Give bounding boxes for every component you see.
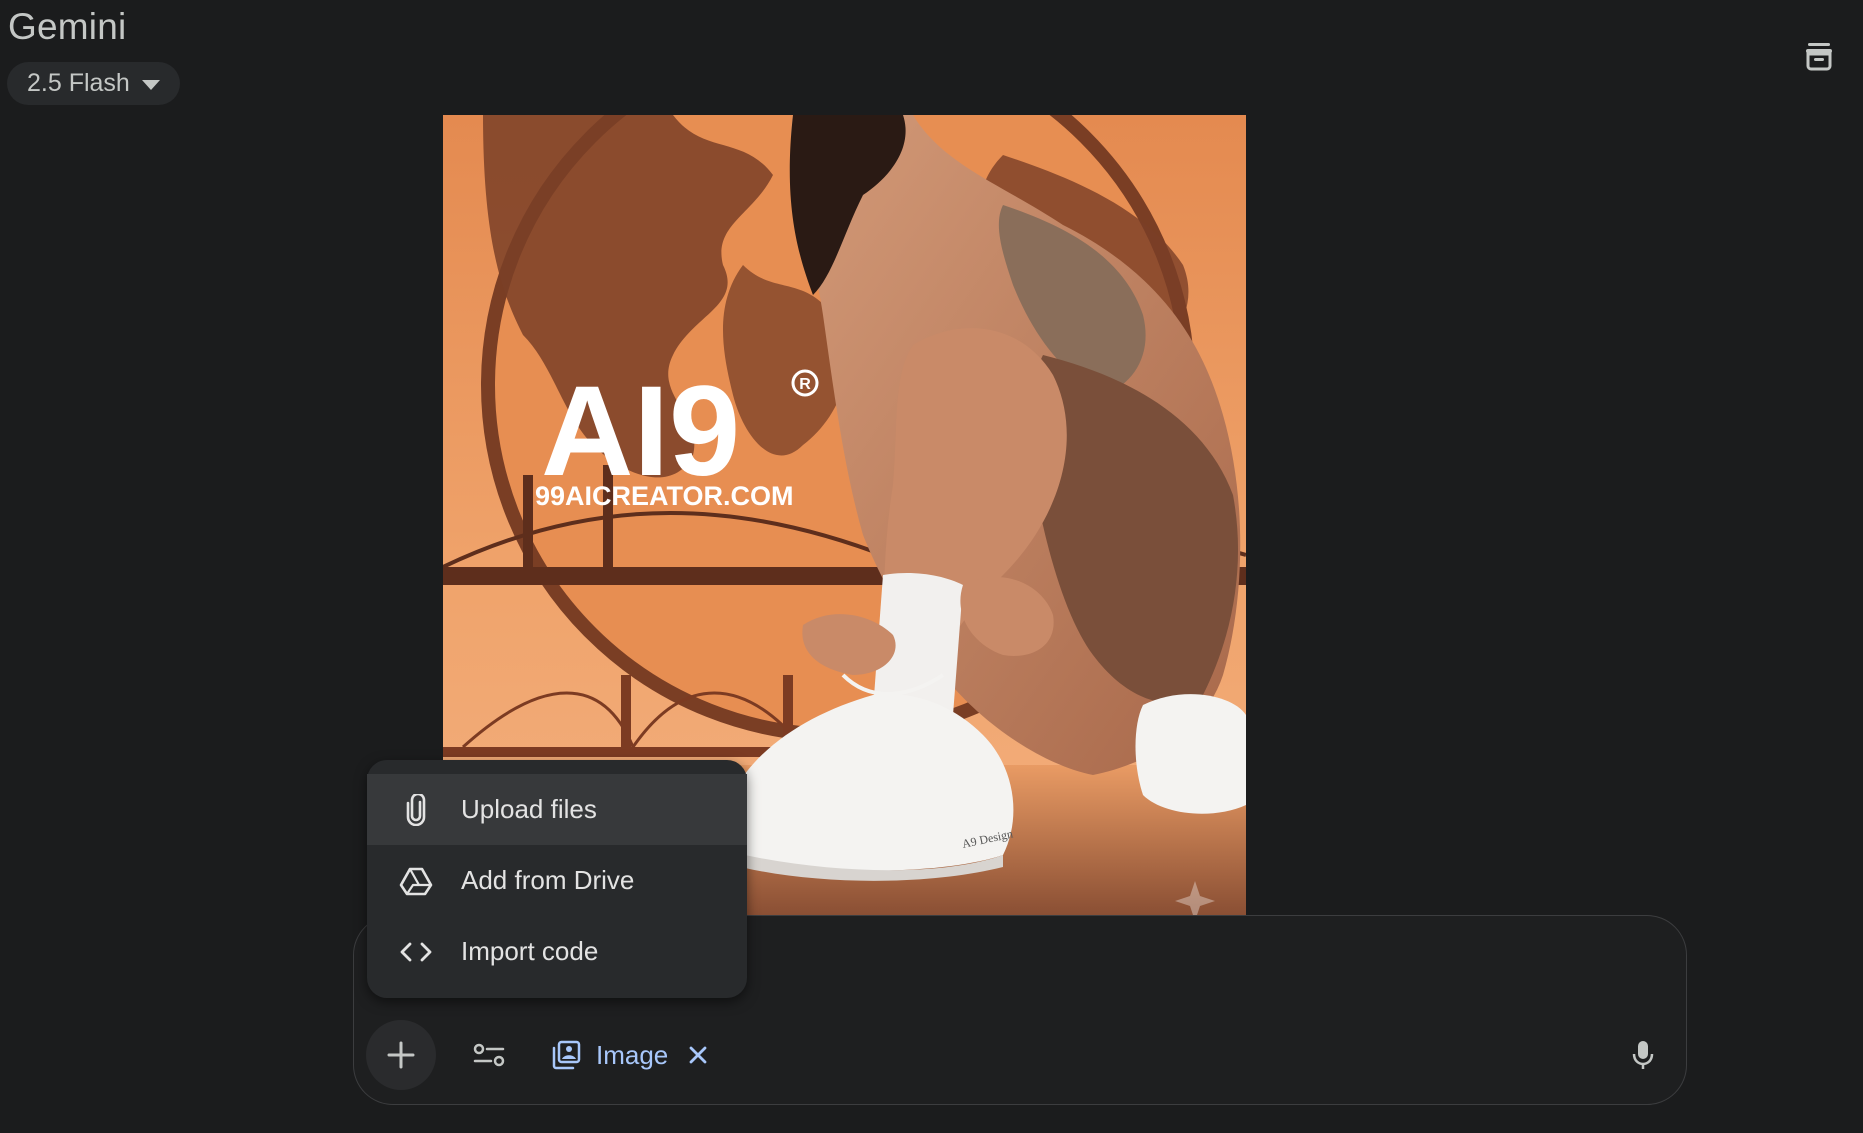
close-icon	[689, 1046, 707, 1064]
microphone-icon	[1632, 1041, 1654, 1069]
menu-item-label: Upload files	[461, 794, 597, 824]
menu-item-import-code[interactable]: Import code	[367, 916, 747, 987]
remove-image-tool-button[interactable]	[688, 1045, 708, 1065]
menu-item-add-from-drive[interactable]: Add from Drive	[367, 845, 747, 916]
menu-item-upload-files[interactable]: Upload files	[367, 774, 747, 845]
add-attachment-button[interactable]	[366, 1020, 436, 1090]
image-gallery-icon	[550, 1039, 582, 1071]
code-icon	[399, 935, 433, 969]
upload-menu: Upload files Add from Drive Import code	[367, 760, 747, 998]
tune-icon	[473, 1043, 505, 1067]
paperclip-icon	[399, 793, 433, 827]
model-picker-button[interactable]: 2.5 Flash	[7, 62, 180, 105]
temporary-chat-button[interactable]	[1797, 34, 1841, 78]
model-label: 2.5 Flash	[27, 69, 130, 97]
image-tool-chip: Image	[550, 1034, 708, 1076]
archive-icon	[1806, 43, 1832, 71]
drive-icon	[399, 864, 433, 898]
microphone-button[interactable]	[1620, 1032, 1666, 1078]
svg-text:R: R	[799, 376, 811, 393]
app-title: Gemini	[8, 6, 127, 47]
brand-url-text: 99AICREATOR.COM	[535, 481, 794, 511]
menu-item-label: Import code	[461, 936, 599, 966]
caret-down-icon	[141, 80, 160, 90]
menu-item-label: Add from Drive	[461, 865, 635, 895]
tools-button[interactable]	[466, 1032, 512, 1078]
image-tool-label[interactable]: Image	[596, 1040, 668, 1071]
plus-icon	[387, 1041, 415, 1069]
